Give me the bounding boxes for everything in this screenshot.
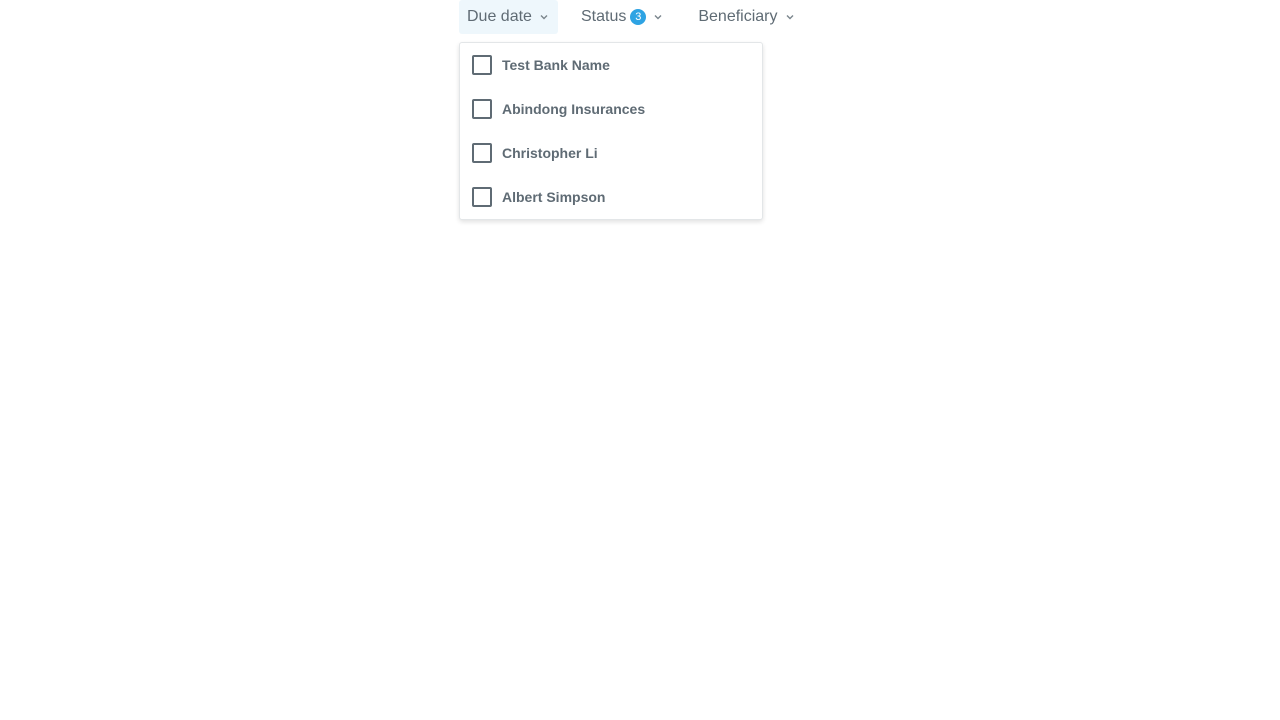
due-date-filter-button[interactable]: Due date	[459, 0, 558, 34]
checkbox[interactable]	[472, 55, 492, 75]
status-filter-label: Status	[581, 8, 627, 25]
checkbox[interactable]	[472, 143, 492, 163]
beneficiary-filter-label: Beneficiary	[698, 8, 778, 25]
option-label: Abindong Insurances	[502, 101, 646, 117]
beneficiary-filter-button[interactable]: Beneficiary	[690, 0, 803, 34]
checkbox[interactable]	[472, 187, 492, 207]
dropdown-option[interactable]: Albert Simpson	[460, 175, 762, 219]
dropdown-option[interactable]: Abindong Insurances	[460, 87, 762, 131]
checkbox[interactable]	[472, 99, 492, 119]
chevron-down-icon	[538, 11, 550, 23]
beneficiary-dropdown-menu: Test Bank Name Abindong Insurances Chris…	[459, 42, 763, 220]
filter-bar: Due date Status 3 Beneficiary	[459, 0, 804, 34]
status-count-badge: 3	[630, 9, 647, 25]
chevron-down-icon	[784, 11, 796, 23]
chevron-down-icon	[652, 11, 664, 23]
dropdown-option[interactable]: Christopher Li	[460, 131, 762, 175]
option-label: Albert Simpson	[502, 189, 606, 205]
status-filter-button[interactable]: Status 3	[573, 0, 672, 34]
due-date-filter-label: Due date	[467, 8, 532, 25]
dropdown-option[interactable]: Test Bank Name	[460, 43, 762, 87]
option-label: Test Bank Name	[502, 57, 610, 73]
option-label: Christopher Li	[502, 145, 598, 161]
